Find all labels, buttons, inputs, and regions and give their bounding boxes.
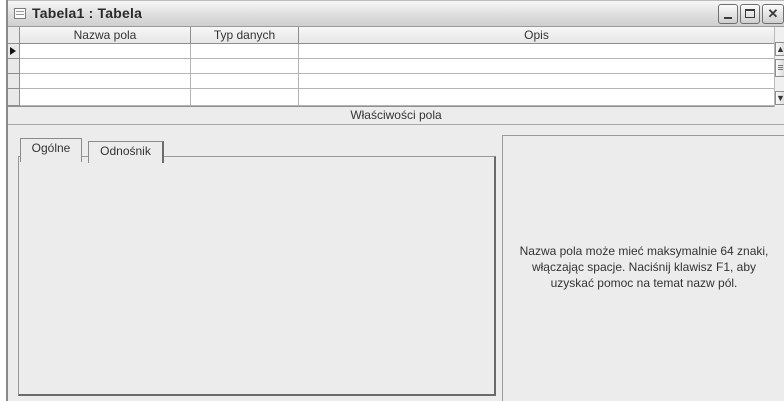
description-cell[interactable] bbox=[299, 74, 774, 89]
data-type-cell[interactable] bbox=[191, 59, 299, 74]
field-name-cell[interactable] bbox=[20, 44, 191, 59]
window-title: Tabela1 : Tabela bbox=[32, 5, 143, 21]
close-button[interactable]: ✕ bbox=[762, 4, 784, 24]
field-grid: Nazwa pola Typ danych Opis bbox=[8, 27, 774, 107]
general-tab-panel bbox=[18, 156, 496, 396]
data-type-cell[interactable] bbox=[191, 44, 299, 59]
description-cell[interactable] bbox=[299, 44, 774, 59]
description-cell[interactable] bbox=[299, 59, 774, 74]
vertical-scrollbar[interactable]: ▲ ▼ bbox=[774, 27, 784, 107]
row-selector[interactable] bbox=[8, 59, 20, 74]
row-selector[interactable] bbox=[8, 44, 20, 59]
description-cell[interactable] bbox=[299, 89, 774, 106]
column-header-field-name[interactable]: Nazwa pola bbox=[20, 27, 191, 44]
data-type-cell[interactable] bbox=[191, 89, 299, 106]
scroll-up-button[interactable]: ▲ bbox=[775, 42, 784, 56]
table-icon bbox=[14, 8, 26, 19]
minimize-button[interactable] bbox=[718, 4, 738, 24]
tab-general[interactable]: Ogólne bbox=[20, 138, 82, 162]
field-name-cell[interactable] bbox=[20, 74, 191, 89]
title-bar[interactable]: Tabela1 : Tabela ✕ bbox=[8, 0, 784, 27]
minimize-icon bbox=[724, 17, 732, 19]
maximize-icon bbox=[745, 9, 755, 18]
close-icon: ✕ bbox=[767, 6, 779, 21]
maximize-button[interactable] bbox=[740, 4, 760, 24]
column-header-data-type[interactable]: Typ danych bbox=[191, 27, 299, 44]
data-type-cell[interactable] bbox=[191, 74, 299, 89]
field-properties-header: Właściwości pola bbox=[8, 107, 784, 125]
field-name-cell[interactable] bbox=[20, 59, 191, 74]
header-selector bbox=[8, 27, 20, 44]
row-selector[interactable] bbox=[8, 89, 20, 106]
scroll-down-button[interactable]: ▼ bbox=[775, 91, 784, 105]
help-text: Nazwa pola może mieć maksymalnie 64 znak… bbox=[519, 244, 769, 290]
row-selector[interactable] bbox=[8, 74, 20, 89]
help-panel: Nazwa pola może mieć maksymalnie 64 znak… bbox=[502, 135, 784, 401]
arrow-right-icon bbox=[10, 47, 16, 55]
field-name-cell[interactable] bbox=[20, 89, 191, 106]
tab-lookup[interactable]: Odnośnik bbox=[88, 141, 164, 163]
table-design-window: Tabela1 : Tabela ✕ Nazwa pola Typ danych… bbox=[6, 0, 784, 401]
column-header-description[interactable]: Opis bbox=[299, 27, 774, 44]
scroll-thumb[interactable] bbox=[775, 59, 784, 77]
